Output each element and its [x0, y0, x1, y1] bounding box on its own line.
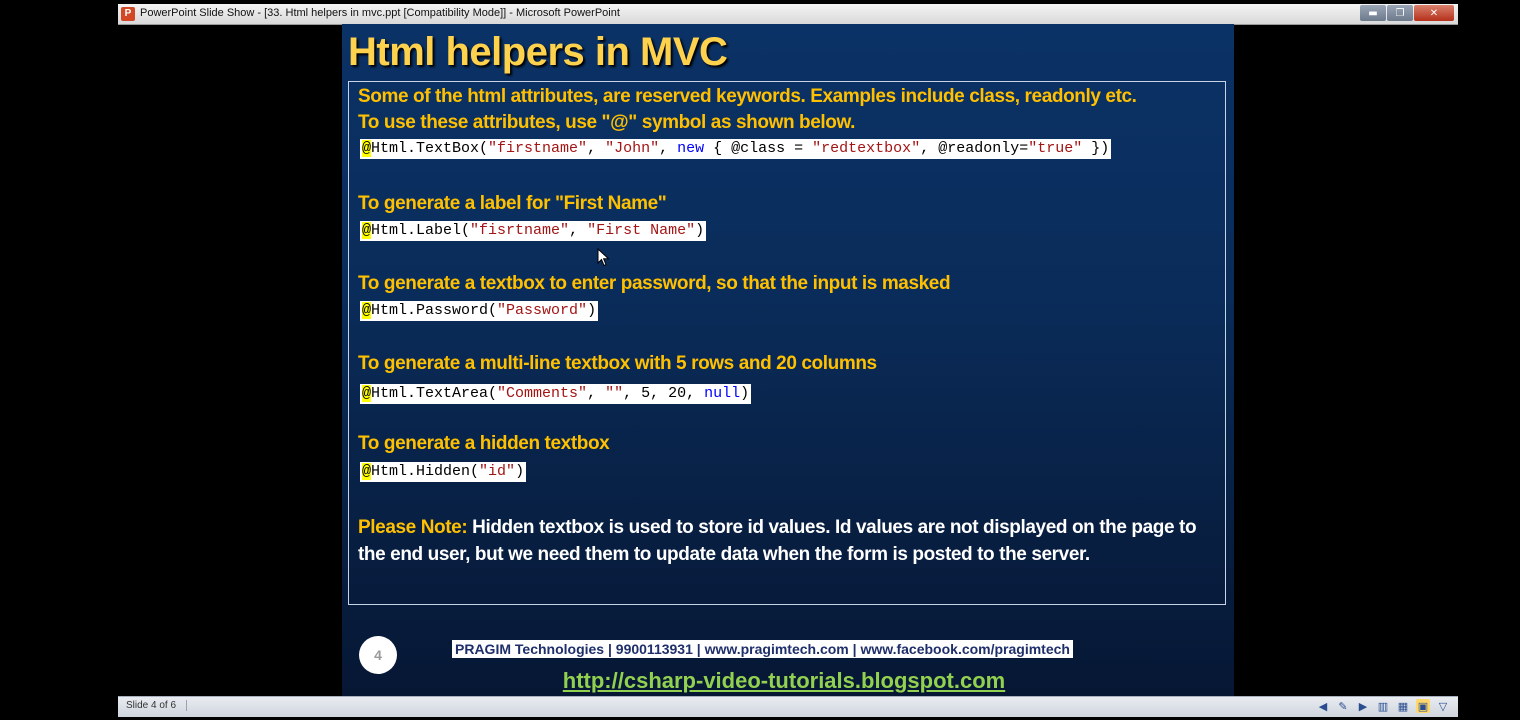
- code-fragment: ): [695, 222, 705, 239]
- next-slide-icon[interactable]: ▶: [1356, 699, 1370, 713]
- code-fragment: Html.Label(: [371, 222, 471, 239]
- window-title: PowerPoint Slide Show - [33. Html helper…: [140, 7, 620, 19]
- code-at-symbol: @: [362, 385, 372, 402]
- code-string: "true": [1028, 140, 1083, 157]
- code-keyword: null: [704, 385, 741, 402]
- code-fragment: ,: [587, 385, 606, 402]
- status-bar: Slide 4 of 6 ◀ ✎ ▶ ▥ ▦ ▣ ▽: [118, 696, 1458, 717]
- code-at-symbol: @: [362, 140, 372, 157]
- normal-view-icon[interactable]: ▥: [1376, 699, 1390, 713]
- close-button[interactable]: ✕: [1414, 5, 1454, 21]
- slide-title: Html helpers in MVC: [348, 30, 728, 74]
- previous-slide-icon[interactable]: ◀: [1316, 699, 1330, 713]
- slide-sorter-icon[interactable]: ▦: [1396, 699, 1410, 713]
- code-string: "Comments": [497, 385, 588, 402]
- powerpoint-icon: P: [121, 7, 135, 21]
- code-string: "fisrtname": [470, 222, 570, 239]
- code-fragment: Html.Hidden(: [371, 463, 480, 480]
- code-fragment: ): [515, 463, 525, 480]
- code-keyword: new: [677, 140, 705, 157]
- code-fragment: , 5, 20,: [623, 385, 705, 402]
- code-string: "First Name": [587, 222, 696, 239]
- code-string: "firstname": [488, 140, 588, 157]
- code-fragment: { @class =: [704, 140, 813, 157]
- code-fragment: ,: [659, 140, 678, 157]
- blog-link[interactable]: http://csharp-video-tutorials.blogspot.c…: [342, 668, 1226, 694]
- restore-button[interactable]: ❐: [1387, 5, 1413, 21]
- footer-contact: PRAGIM Technologies | 9900113931 | www.p…: [452, 640, 1073, 658]
- heading-password: To generate a textbox to enter password,…: [358, 273, 951, 294]
- code-fragment: ,: [569, 222, 588, 239]
- code-textbox: @Html.TextBox("firstname", "John", new {…: [360, 139, 1112, 159]
- code-fragment: ): [740, 385, 750, 402]
- code-at-symbol: @: [362, 463, 372, 480]
- code-fragment: ,: [587, 140, 606, 157]
- note-text: Hidden textbox is used to store id value…: [358, 517, 1197, 565]
- code-textarea: @Html.TextArea("Comments", "", 5, 20, nu…: [360, 384, 752, 404]
- code-password: @Html.Password("Password"): [360, 301, 599, 321]
- note-paragraph: Please Note: Hidden textbox is used to s…: [358, 514, 1218, 568]
- heading-hidden: To generate a hidden textbox: [358, 433, 610, 454]
- minimize-button[interactable]: ▬: [1360, 5, 1386, 21]
- mouse-pointer-icon: [597, 248, 610, 267]
- code-at-symbol: @: [362, 222, 372, 239]
- reading-view-icon[interactable]: ▣: [1416, 699, 1430, 713]
- window-titlebar: P PowerPoint Slide Show - [33. Html help…: [118, 4, 1458, 25]
- heading-label: To generate a label for "First Name": [358, 193, 667, 214]
- content-box: Some of the html attributes, are reserve…: [348, 81, 1226, 605]
- code-string: "John": [605, 140, 660, 157]
- code-string: "Password": [497, 302, 588, 319]
- code-fragment: Html.Password(: [371, 302, 498, 319]
- intro-line-1: Some of the html attributes, are reserve…: [358, 86, 1137, 107]
- slide[interactable]: Html helpers in MVC Some of the html att…: [342, 24, 1234, 696]
- code-fragment: Html.TextBox(: [371, 140, 489, 157]
- code-fragment: }): [1082, 140, 1110, 157]
- intro-line-2: To use these attributes, use "@" symbol …: [358, 112, 856, 133]
- code-fragment: ): [587, 302, 597, 319]
- code-fragment: , @readonly=: [920, 140, 1029, 157]
- notes-icon[interactable]: ✎: [1336, 699, 1350, 713]
- heading-textarea: To generate a multi-line textbox with 5 …: [358, 353, 877, 374]
- code-string: "redtextbox": [812, 140, 921, 157]
- slide-counter: Slide 4 of 6: [126, 700, 188, 711]
- note-label: Please Note:: [358, 517, 473, 538]
- code-fragment: Html.TextArea(: [371, 385, 498, 402]
- status-controls: ◀ ✎ ▶ ▥ ▦ ▣ ▽: [1316, 699, 1450, 713]
- window-controls: ▬ ❐ ✕: [1360, 5, 1454, 21]
- slideshow-view-icon[interactable]: ▽: [1436, 699, 1450, 713]
- code-label: @Html.Label("fisrtname", "First Name"): [360, 221, 707, 241]
- code-string: "": [605, 385, 624, 402]
- code-hidden: @Html.Hidden("id"): [360, 462, 527, 482]
- code-string: "id": [479, 463, 516, 480]
- code-at-symbol: @: [362, 302, 372, 319]
